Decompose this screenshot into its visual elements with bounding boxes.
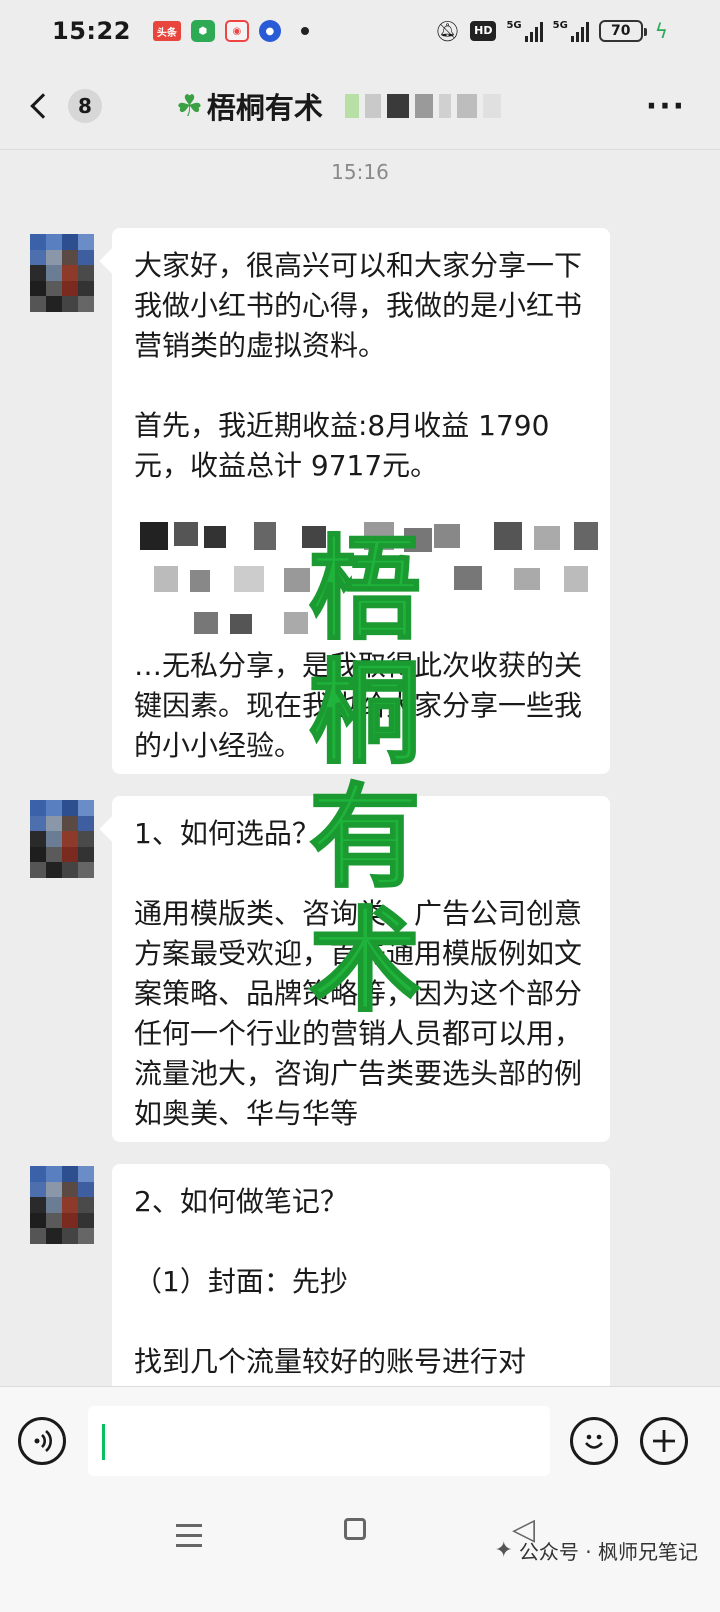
blurred-member-count bbox=[344, 94, 501, 118]
message-timestamp: 15:16 bbox=[331, 160, 389, 184]
message-text: …无私分享，是我取得此次收获的关键因素。现在我也给大家分享一些我的小小经验。 bbox=[134, 649, 583, 762]
chevron-left-icon bbox=[30, 93, 56, 119]
status-bar: 15:22 头条 ⬢ ◉ ● 🔕︎ HD 5G 5G 70 ϟ bbox=[0, 0, 720, 62]
clover-icon: ☘ bbox=[176, 88, 203, 124]
message-input[interactable] bbox=[88, 1405, 550, 1476]
blue-app-icon: ● bbox=[258, 20, 281, 42]
more-notifications-dot bbox=[300, 27, 309, 35]
wechat-logo-icon: ✦ bbox=[494, 1538, 513, 1563]
message-text: 通用模版类、咨询类、广告公司创意方案最受欢迎，首先通用模版例如文案策略、品牌策略… bbox=[134, 897, 583, 1130]
message-bubble[interactable]: 2、如何做笔记？ （1）封面：先抄 找到几个流量较好的账号进行对 bbox=[112, 1164, 610, 1386]
voice-icon[interactable] bbox=[18, 1416, 66, 1465]
charging-icon: ϟ bbox=[654, 19, 668, 43]
unread-count-badge: 8 bbox=[68, 89, 102, 123]
chat-header: 8 ☘ 梧桐有术 ··· bbox=[0, 62, 720, 150]
avatar[interactable] bbox=[30, 800, 94, 878]
signal-icon-2: 5G bbox=[553, 20, 589, 42]
plus-icon[interactable] bbox=[640, 1416, 688, 1465]
credit-text: 公众号 · 枫师兄笔记 bbox=[518, 1540, 698, 1564]
message-text: 1、如何选品？ bbox=[134, 817, 320, 850]
message-text: （1）封面：先抄 bbox=[134, 1265, 348, 1298]
message-bubble[interactable]: 大家好，很高兴可以和大家分享一下我做小红书的心得，我做的是小红书营销类的虚拟资料… bbox=[112, 228, 610, 774]
shield-app-icon: ⬢ bbox=[190, 20, 215, 42]
input-bar bbox=[0, 1386, 720, 1494]
notification-icons: 头条 ⬢ ◉ ● bbox=[152, 20, 309, 42]
red-app-icon: ◉ bbox=[224, 20, 249, 42]
emoji-icon[interactable] bbox=[570, 1416, 618, 1465]
toutiao-icon: 头条 bbox=[152, 21, 181, 41]
status-right: 🔕︎ HD 5G 5G 70 ϟ bbox=[435, 19, 668, 43]
home-icon[interactable] bbox=[344, 1518, 366, 1540]
status-time: 15:22 bbox=[52, 17, 131, 45]
chat-title-text: 梧桐有术 bbox=[206, 91, 323, 125]
chat-title: ☘ 梧桐有术 bbox=[176, 85, 501, 127]
more-options-button[interactable]: ··· bbox=[646, 89, 694, 124]
system-nav-bar: ◁ ✦ 公众号 · 枫师兄笔记 bbox=[0, 1494, 720, 1612]
avatar[interactable] bbox=[30, 1166, 94, 1244]
text-caret bbox=[102, 1423, 105, 1460]
mute-bell-icon: 🔕︎ bbox=[434, 19, 461, 43]
message-text: 找到几个流量较好的账号进行对 bbox=[134, 1345, 527, 1378]
hd-badge: HD bbox=[470, 21, 497, 41]
message-bubble[interactable]: 1、如何选品？ 通用模版类、咨询类、广告公司创意方案最受欢迎，首先通用模版例如文… bbox=[112, 796, 610, 1142]
message-text: 2、如何做笔记？ bbox=[134, 1185, 348, 1218]
wechat-credit: ✦ 公众号 · 枫师兄笔记 bbox=[494, 1536, 698, 1565]
blurred-text bbox=[134, 522, 598, 642]
battery-icon: 70 bbox=[598, 20, 647, 42]
back-button[interactable]: 8 bbox=[26, 89, 102, 123]
message-text: 大家好，很高兴可以和大家分享一下我做小红书的心得，我做的是小红书营销类的虚拟资料… bbox=[134, 249, 583, 362]
signal-icon: 5G bbox=[506, 20, 543, 42]
avatar[interactable] bbox=[30, 234, 94, 312]
message-text: 首先，我近期收益:8月收益 1790元，收益总计 9717元。 bbox=[134, 409, 550, 482]
menu-icon[interactable] bbox=[176, 1524, 202, 1554]
header-divider bbox=[0, 149, 720, 150]
